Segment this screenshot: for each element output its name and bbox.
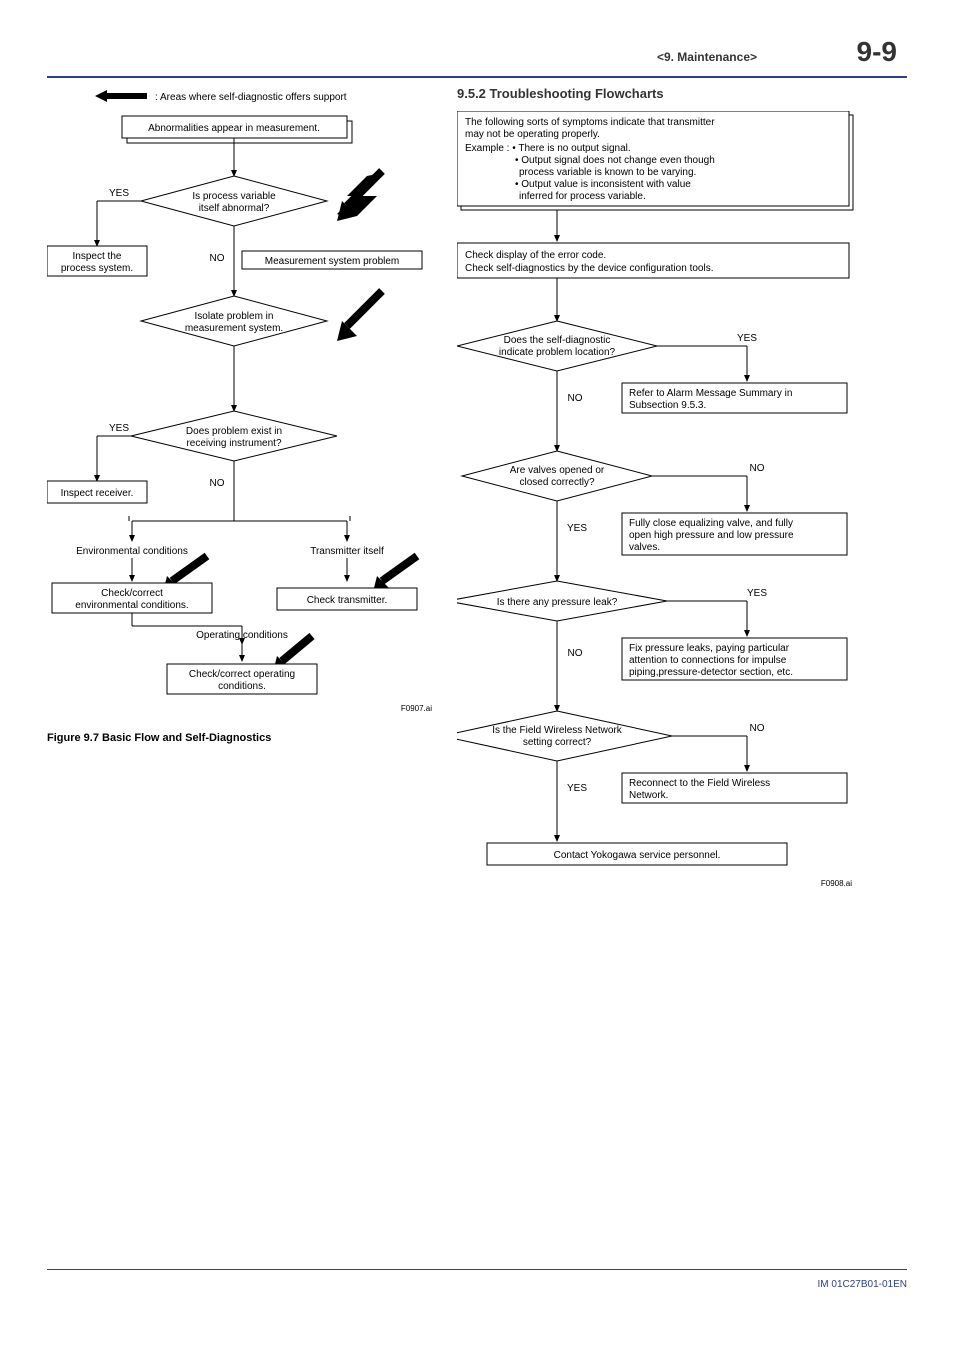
r-no3: NO: [568, 648, 583, 659]
r-no4: NO: [750, 723, 765, 734]
r-yes4: YES: [567, 783, 587, 794]
check-env-2: environmental conditions.: [75, 600, 188, 611]
refer-alarm-1: Refer to Alarm Message Summary in: [629, 388, 792, 399]
r-yes1: YES: [737, 333, 757, 344]
diamond-1a: Is process variable: [192, 191, 276, 202]
contact: Contact Yokogawa service personnel.: [554, 850, 721, 861]
close-valve-3: valves.: [629, 542, 660, 553]
start-box: Abnormalities appear in measurement.: [148, 123, 320, 134]
intro-3b: process variable is known to be varying.: [519, 167, 696, 178]
intro-1b: may not be operating properly.: [465, 129, 600, 140]
close-valve-1: Fully close equalizing valve, and fully: [629, 518, 793, 529]
diamond-3a: Does problem exist in: [186, 426, 282, 437]
refer-alarm-2: Subsection 9.5.3.: [629, 400, 706, 411]
check-op-2: conditions.: [218, 681, 266, 692]
r-d3: Is there any pressure leak?: [497, 597, 618, 608]
header-section: <9. Maintenance>: [657, 50, 757, 64]
reconnect-2: Network.: [629, 790, 668, 801]
r-d1b: indicate problem location?: [499, 347, 616, 358]
legend-text: : Areas where self-diagnostic offers sup…: [155, 92, 347, 103]
check-display-2: Check self-diagnostics by the device con…: [465, 263, 713, 274]
r-no2: NO: [750, 463, 765, 474]
flowchart-svg-left: : Areas where self-diagnostic offers sup…: [47, 86, 447, 726]
inspect-process-1: Inspect the: [73, 251, 122, 262]
r-d2b: closed correctly?: [519, 477, 594, 488]
r-d4a: Is the Field Wireless Network: [492, 725, 622, 736]
trans-itself: Transmitter itself: [310, 546, 384, 557]
r-yes3: YES: [747, 588, 767, 599]
section-title: 9.5.2 Troubleshooting Flowcharts: [457, 86, 857, 101]
check-env-1: Check/correct: [101, 588, 163, 599]
yes-1: YES: [109, 188, 129, 199]
no-3: NO: [210, 478, 225, 489]
fix-leak-3: piping,pressure-detector section, etc.: [629, 667, 793, 678]
r-d2a: Are valves opened or: [510, 465, 605, 476]
r-d1a: Does the self-diagnostic: [504, 335, 611, 346]
intro-4a: • Output value is inconsistent with valu…: [515, 179, 691, 190]
header-rule: [47, 76, 907, 78]
right-flowchart: 9.5.2 Troubleshooting Flowcharts The fol…: [457, 86, 857, 961]
r-yes2: YES: [567, 523, 587, 534]
intro-2: Example : • There is no output signal.: [465, 143, 631, 154]
inspect-receiver: Inspect receiver.: [61, 488, 134, 499]
env-cond: Environmental conditions: [76, 546, 188, 557]
intro-3a: • Output signal does not change even tho…: [515, 155, 715, 166]
reconnect-1: Reconnect to the Field Wireless: [629, 778, 770, 789]
op-cond: Operating conditions: [196, 630, 288, 641]
check-op-1: Check/correct operating: [189, 669, 295, 680]
fix-leak-2: attention to connections for impulse: [629, 655, 787, 666]
close-valve-2: open high pressure and low pressure: [629, 530, 794, 541]
intro-1: The following sorts of symptoms indicate…: [465, 117, 715, 128]
msp: Measurement system problem: [265, 256, 400, 267]
inspect-process-2: process system.: [61, 263, 133, 274]
footer-rule: [47, 1269, 907, 1270]
diamond-2b: measurement system.: [185, 323, 283, 334]
doc-id: IM 01C27B01-01EN: [818, 1279, 908, 1290]
r-d4b: setting correct?: [523, 737, 592, 748]
fig-id-right: F0908.ai: [821, 879, 852, 888]
flowchart-svg-right: The following sorts of symptoms indicate…: [457, 111, 857, 961]
check-trans: Check transmitter.: [307, 595, 388, 606]
diamond-3b: receiving instrument?: [186, 438, 281, 449]
page-number: 9-9: [857, 36, 897, 68]
figure-caption-left: Figure 9.7 Basic Flow and Self-Diagnosti…: [47, 732, 447, 744]
yes-3: YES: [109, 423, 129, 434]
intro-4b: inferred for process variable.: [519, 191, 646, 202]
fig-id-left: F0907.ai: [401, 704, 432, 713]
left-flowchart: : Areas where self-diagnostic offers sup…: [47, 86, 447, 961]
check-display-1: Check display of the error code.: [465, 250, 606, 261]
fix-leak-1: Fix pressure leaks, paying particular: [629, 643, 790, 654]
diamond-1b: itself abnormal?: [199, 203, 270, 214]
diamond-2a: Isolate problem in: [195, 311, 274, 322]
r-no1: NO: [568, 393, 583, 404]
no-1: NO: [210, 253, 225, 264]
